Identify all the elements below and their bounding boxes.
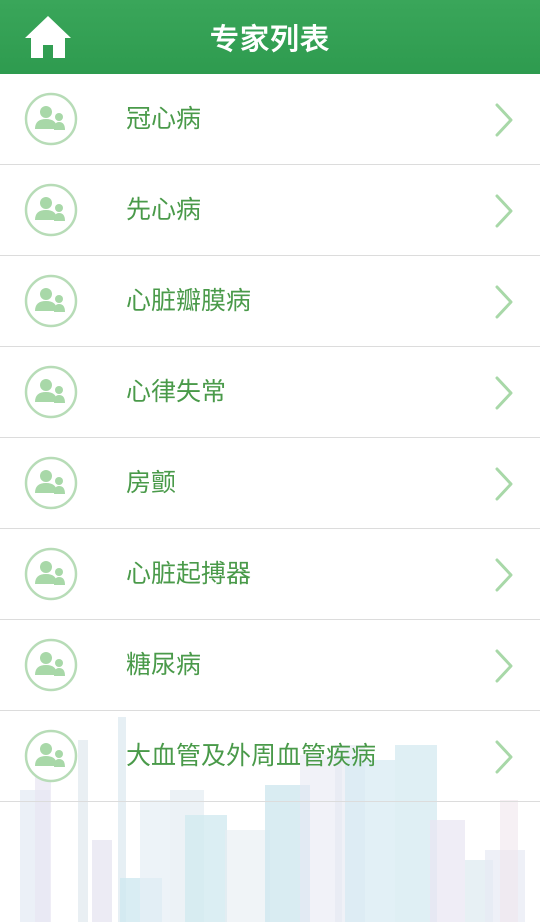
chevron-right-icon [495, 376, 513, 410]
chevron-right-icon [495, 103, 513, 137]
user-group-icon [24, 183, 78, 237]
chevron-right-icon [495, 467, 513, 501]
user-group-icon [24, 547, 78, 601]
home-icon [25, 16, 71, 58]
chevron-right-icon [495, 285, 513, 319]
list-item[interactable]: 心脏瓣膜病 [0, 256, 540, 347]
list-item[interactable]: 冠心病 [0, 74, 540, 165]
user-group-icon [24, 365, 78, 419]
expert-list: 冠心病 先心病 心脏瓣膜病 心律失常 房颤 心脏起搏器 糖尿病 大血管及外周血管… [0, 74, 540, 802]
item-label: 糖尿病 [126, 650, 202, 679]
user-group-icon [24, 729, 78, 783]
chevron-right-icon [495, 558, 513, 592]
page-title: 专家列表 [209, 22, 330, 56]
item-label: 心脏起搏器 [126, 559, 252, 588]
home-button[interactable] [18, 12, 78, 62]
chevron-right-icon [495, 194, 513, 228]
item-label: 房颤 [126, 468, 177, 497]
chevron-right-icon [495, 649, 513, 683]
item-label: 大血管及外周血管疾病 [126, 741, 377, 770]
user-group-icon [24, 456, 78, 510]
list-item[interactable]: 心脏起搏器 [0, 529, 540, 620]
list-item[interactable]: 先心病 [0, 165, 540, 256]
user-group-icon [24, 638, 78, 692]
item-label: 冠心病 [126, 104, 202, 133]
list-item[interactable]: 大血管及外周血管疾病 [0, 711, 540, 802]
list-item[interactable]: 糖尿病 [0, 620, 540, 711]
list-item[interactable]: 房颤 [0, 438, 540, 529]
list-item[interactable]: 心律失常 [0, 347, 540, 438]
item-label: 心律失常 [126, 377, 227, 406]
chevron-right-icon [495, 740, 513, 774]
user-group-icon [24, 274, 78, 328]
item-label: 心脏瓣膜病 [126, 286, 252, 315]
user-group-icon [24, 92, 78, 146]
app-header: 专家列表 [0, 0, 540, 74]
item-label: 先心病 [126, 195, 202, 224]
